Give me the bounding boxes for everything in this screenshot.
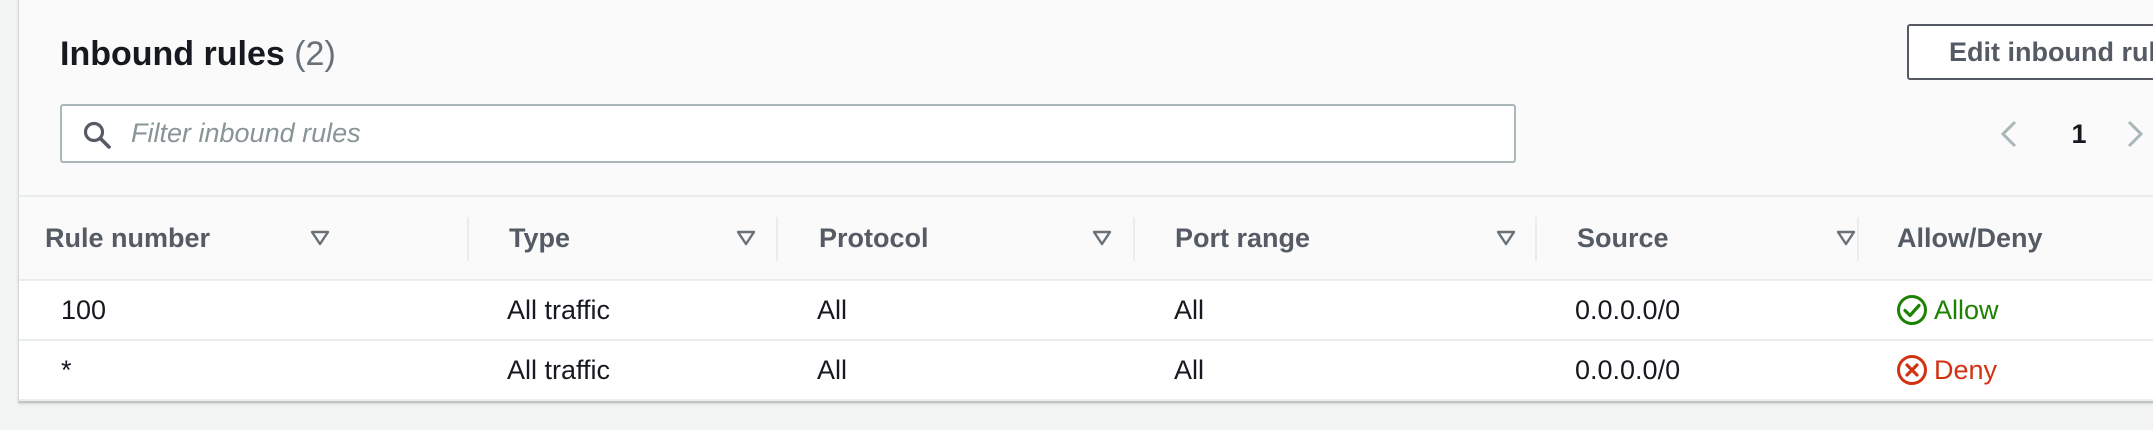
column-header-type[interactable]: Type — [509, 197, 769, 279]
cell-port-range: All — [1174, 355, 1205, 385]
sort-icon — [1092, 230, 1112, 246]
column-divider — [1133, 217, 1135, 261]
column-header-allow-deny[interactable]: Allow/Deny — [1897, 197, 2147, 279]
table-row: * All traffic All All 0.0.0.0/0 Deny — [19, 341, 2153, 401]
column-divider — [467, 217, 469, 261]
status-allow: Allow — [1934, 295, 1999, 325]
rules-table: Rule number Type Protocol Port range Sou… — [19, 195, 2153, 401]
sort-icon — [1836, 230, 1856, 246]
column-header-port-range[interactable]: Port range — [1175, 197, 1525, 279]
column-header-protocol[interactable]: Protocol — [819, 197, 1119, 279]
page-title: Inbound rules (2) — [60, 32, 336, 76]
edit-inbound-rules-button[interactable]: Edit inbound rules — [1907, 24, 2153, 80]
cell-rule-number: * — [61, 355, 72, 385]
title-text: Inbound rules — [60, 35, 285, 73]
x-circle-icon — [1897, 355, 1927, 385]
cell-protocol: All — [817, 295, 848, 325]
chevron-right-icon[interactable] — [2121, 112, 2147, 156]
filter-input[interactable] — [131, 106, 1491, 161]
sort-icon — [1496, 230, 1516, 246]
column-divider — [776, 217, 778, 261]
inbound-rules-panel: Inbound rules (2) Edit inbound rules 1 R… — [18, 0, 2153, 403]
column-divider — [1857, 217, 1859, 261]
sort-icon — [310, 230, 330, 246]
cell-rule-number: 100 — [61, 295, 107, 325]
cell-source: 0.0.0.0/0 — [1575, 295, 1681, 325]
filter-box — [60, 104, 1516, 163]
cell-port-range: All — [1174, 295, 1205, 325]
status-deny: Deny — [1934, 355, 1998, 385]
cell-source: 0.0.0.0/0 — [1575, 355, 1681, 385]
sort-icon — [736, 230, 756, 246]
search-icon — [83, 121, 111, 149]
column-divider — [1535, 217, 1537, 261]
check-circle-icon — [1897, 295, 1927, 325]
table-row: 100 All traffic All All 0.0.0.0/0 Allow — [19, 281, 2153, 341]
column-header-rule-number[interactable]: Rule number — [45, 197, 335, 279]
rule-count: (2) — [294, 35, 336, 73]
current-page[interactable]: 1 — [2061, 112, 2097, 156]
cell-protocol: All — [817, 355, 848, 385]
table-header: Rule number Type Protocol Port range Sou… — [19, 195, 2153, 281]
column-header-source[interactable]: Source — [1577, 197, 1867, 279]
cell-type: All traffic — [507, 295, 611, 325]
chevron-left-icon[interactable] — [1997, 112, 2023, 156]
cell-type: All traffic — [507, 355, 611, 385]
